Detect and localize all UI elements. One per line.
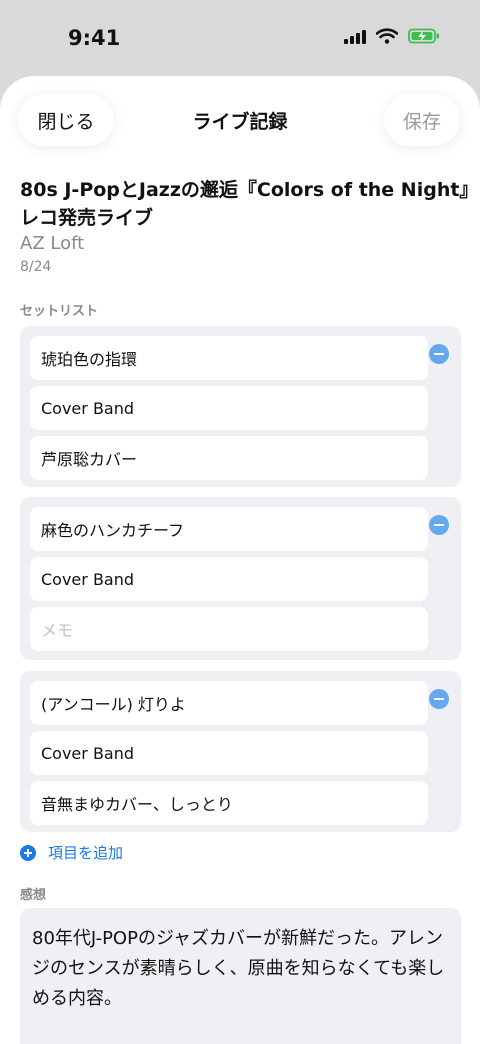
setlist-item: 麻色のハンカチーフ Cover Band メモ bbox=[20, 497, 461, 660]
cellular-signal-icon bbox=[344, 28, 366, 44]
live-record-sheet: 閉じる ライブ記録 保存 80s J-PopとJazzの邂逅『Colors of… bbox=[0, 76, 480, 1044]
event-date: 8/24 bbox=[20, 259, 52, 275]
song-title-field[interactable]: 麻色のハンカチーフ bbox=[30, 507, 428, 551]
status-bar: 9:41 bbox=[0, 0, 480, 76]
wifi-icon bbox=[376, 28, 398, 44]
impression-label: 感想 bbox=[20, 888, 47, 903]
save-button[interactable]: 保存 bbox=[384, 94, 460, 146]
artist-field[interactable]: Cover Band bbox=[30, 731, 428, 775]
add-item-button[interactable]: 項目を追加 bbox=[20, 842, 123, 863]
memo-field[interactable]: 音無まゆカバー、しっとり bbox=[30, 781, 428, 825]
event-venue: AZ Loft bbox=[20, 233, 85, 254]
status-icons bbox=[344, 28, 440, 44]
setlist-label: セットリスト bbox=[20, 304, 99, 319]
battery-charging-icon bbox=[408, 28, 439, 44]
remove-minus-icon[interactable] bbox=[429, 344, 449, 364]
event-title: 80s J-PopとJazzの邂逅『Colors of the Night』レコ… bbox=[20, 179, 469, 229]
remove-minus-icon[interactable] bbox=[429, 515, 449, 535]
song-title-field[interactable]: (アンコール) 灯りよ bbox=[30, 681, 428, 725]
add-item-label: 項目を追加 bbox=[48, 844, 124, 862]
impression-textarea[interactable]: 80年代J-POPのジャズカバーが新鮮だった。アレンジのセンスが素晴らしく、原曲… bbox=[20, 908, 461, 1044]
setlist-item: (アンコール) 灯りよ Cover Band 音無まゆカバー、しっとり bbox=[20, 671, 461, 832]
setlist-item: 琥珀色の指環 Cover Band 芦原聡カバー bbox=[20, 326, 461, 487]
artist-field[interactable]: Cover Band bbox=[30, 557, 428, 601]
song-title-field[interactable]: 琥珀色の指環 bbox=[30, 336, 428, 380]
status-time: 9:41 bbox=[68, 26, 121, 50]
remove-minus-icon[interactable] bbox=[429, 689, 449, 709]
plus-circle-icon bbox=[20, 844, 36, 861]
memo-field[interactable]: 芦原聡カバー bbox=[30, 436, 428, 480]
memo-field[interactable]: メモ bbox=[30, 607, 428, 651]
artist-field[interactable]: Cover Band bbox=[30, 386, 428, 430]
